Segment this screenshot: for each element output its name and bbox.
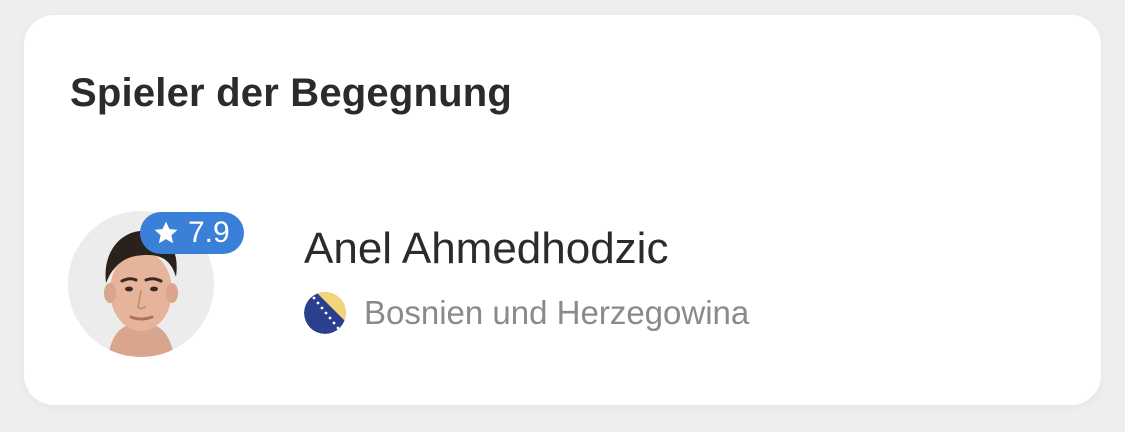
player-name[interactable]: Anel Ahmedhodzic bbox=[304, 223, 668, 275]
player-of-the-match-card[interactable]: Spieler der Begegnung 7.9 Anel Ahmedhodz… bbox=[24, 15, 1101, 405]
player-row[interactable]: 7.9 Anel Ahmedhodzic Bosnien und Herzego… bbox=[68, 211, 1068, 361]
rating-value: 7.9 bbox=[188, 216, 230, 249]
card-title: Spieler der Begegnung bbox=[70, 71, 513, 115]
country-row: Bosnien und Herzegowina bbox=[304, 291, 749, 335]
bosnia-herzegovina-flag-icon bbox=[304, 292, 346, 334]
rating-badge: 7.9 bbox=[140, 212, 244, 254]
country-name: Bosnien und Herzegowina bbox=[364, 294, 750, 331]
star-icon bbox=[152, 219, 180, 247]
